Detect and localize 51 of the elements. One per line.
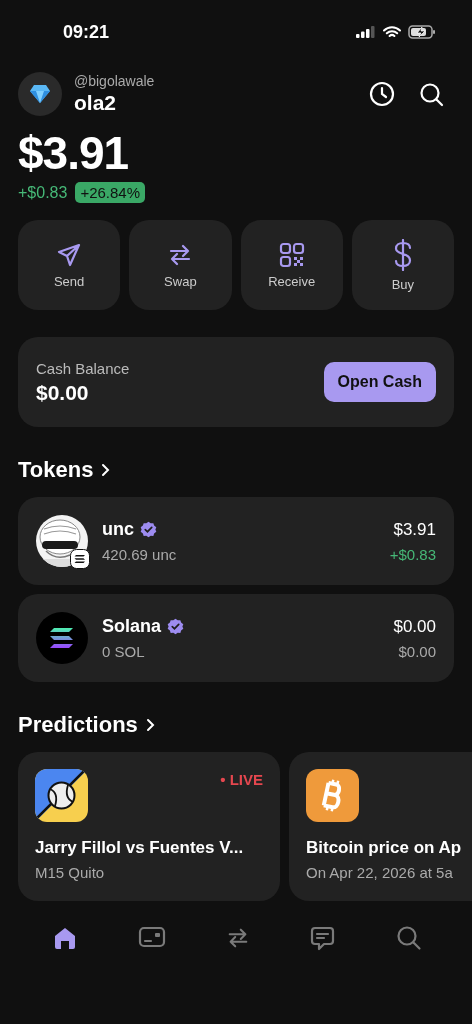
percent-change-badge: +26.84% [75,182,146,203]
token-amount: 0 SOL [102,643,146,660]
buy-button[interactable]: Buy [351,220,454,310]
token-name: unc [102,519,134,540]
home-icon [52,925,78,951]
tennis-ball-icon [35,769,88,822]
wifi-icon [383,25,401,39]
chevron-right-icon [145,718,155,732]
predictions-heading[interactable]: Predictions [18,712,155,738]
total-balance: $3.91 [18,126,130,180]
token-value: $3.91 [393,519,436,540]
token-amount: 420.69 unc [102,546,178,563]
signal-icon [356,26,376,38]
receive-button[interactable]: Receive [240,220,343,310]
bitcoin-icon [306,769,359,822]
paper-plane-icon [56,241,83,268]
prediction-title: Jarry Fillol vs Fuentes V... [35,838,245,858]
prediction-card[interactable]: • LIVE Jarry Fillol vs Fuentes V... M15 Quito [18,752,280,901]
search-icon[interactable] [419,81,444,107]
solana-badge-icon [70,549,90,569]
clock-icon[interactable] [369,81,395,107]
balance-change: +$0.83 [18,183,68,202]
status-time: 09:21 [63,21,110,43]
send-button[interactable]: Send [18,220,121,310]
token-value: $0.00 [393,616,436,637]
token-change: +$0.83 [389,545,436,563]
token-row[interactable]: Solana 0 SOL $0.00 $0.00 [18,594,454,682]
prediction-title: Bitcoin price on Ap [306,838,463,858]
open-cash-button[interactable]: Open Cash [323,362,436,402]
search-icon [396,925,422,951]
qr-code-icon [278,241,305,268]
prediction-subtitle: M15 Quito [35,864,106,881]
swap-button[interactable]: Swap [129,220,232,310]
chat-icon [309,925,337,952]
solana-logo-icon [36,612,88,664]
chevron-right-icon [101,463,111,477]
username-handle: @bigolawale [74,73,156,89]
live-indicator: • LIVE [220,771,263,788]
battery-charging-icon [408,25,436,39]
token-name: Solana [102,616,162,637]
tokens-heading[interactable]: Tokens [18,457,111,483]
token-row[interactable]: unc 420.69 unc $3.91 +$0.83 [18,497,454,585]
card-icon [137,925,166,949]
cash-label: Cash Balance [36,359,130,377]
diamond-icon [29,84,51,104]
prediction-card[interactable]: Bitcoin price on Ap On Apr 22, 2026 at 5a [289,752,472,901]
cash-amount: $0.00 [36,380,90,405]
prediction-subtitle: On Apr 22, 2026 at 5a [306,864,454,881]
avatar[interactable] [18,72,62,116]
account-name: ola2 [74,91,118,115]
token-change: $0.00 [398,642,436,660]
